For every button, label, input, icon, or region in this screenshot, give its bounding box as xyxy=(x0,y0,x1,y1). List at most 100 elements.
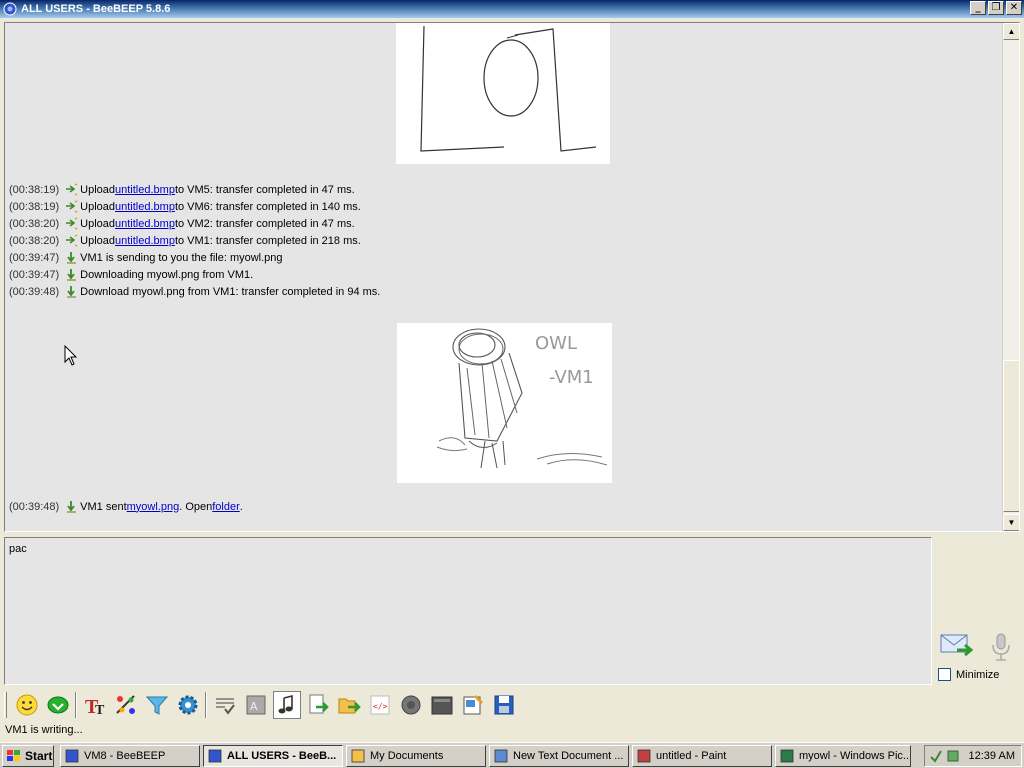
html-code-button[interactable]: </> xyxy=(366,691,394,719)
spellcheck-icon xyxy=(216,698,235,715)
send-folder-button[interactable] xyxy=(335,691,363,719)
taskbar-button[interactable]: My Documents xyxy=(346,744,486,767)
windows-taskbar: Start VM8 - BeeBEEP ALL USERS - BeeB... My… xyxy=(0,742,1024,768)
send-message-icon[interactable] xyxy=(939,632,975,660)
settings-icon xyxy=(178,695,198,715)
mouse-cursor-icon xyxy=(64,345,78,366)
clipboard-button[interactable] xyxy=(459,691,487,719)
status-bar-text: VM1 is writing... xyxy=(5,724,83,736)
save-chat-icon xyxy=(47,696,69,714)
chat-history[interactable]: (00:38:19) Upload untitled.bmp to VM5: tr… xyxy=(4,22,1020,532)
message-timestamp: (00:39:48) xyxy=(9,285,60,298)
chat-message-final: (00:39:48) VM1 sent myowl.png . Open fol… xyxy=(9,500,243,513)
sound-button[interactable] xyxy=(273,691,301,719)
message-timestamp: (00:38:20) xyxy=(9,217,60,230)
file-link-untitled-bmp[interactable]: untitled.bmp xyxy=(115,184,175,196)
minimize-checkbox-box[interactable] xyxy=(938,668,951,681)
save-chat-button[interactable] xyxy=(44,691,72,719)
send-folder-icon xyxy=(338,698,361,714)
upload-arrow-icon xyxy=(66,217,78,230)
close-window-button[interactable]: ✕ xyxy=(1006,1,1022,15)
microphone-icon[interactable] xyxy=(988,632,1014,662)
word-completer-icon: A xyxy=(246,695,266,715)
filter-icon xyxy=(145,696,169,715)
taskbar-button[interactable]: New Text Document ... xyxy=(489,744,629,767)
chat-message: (00:38:20) Upload untitled.bmp to VM2: tr… xyxy=(9,217,355,230)
taskbar-button[interactable]: untitled - Paint xyxy=(632,744,772,767)
file-link-myowl-png[interactable]: myowl.png xyxy=(127,501,180,513)
download-arrow-icon xyxy=(67,286,77,298)
message-input[interactable]: pac xyxy=(4,537,932,685)
open-folder-link[interactable]: folder xyxy=(212,501,240,513)
file-link-untitled-bmp[interactable]: untitled.bmp xyxy=(115,201,175,213)
spellcheck-button[interactable] xyxy=(211,691,239,719)
settings-button[interactable] xyxy=(174,691,202,719)
chat-toolbar: TT A </> xyxy=(0,688,1024,722)
clipboard-icon xyxy=(463,694,484,715)
svg-text:A: A xyxy=(250,700,258,713)
minimize-label: Minimize xyxy=(956,668,1000,681)
beebeep-app-icon xyxy=(3,2,17,16)
window-title: ALL USERS - BeeBEEP 5.8.6 xyxy=(21,3,171,15)
record-voice-button[interactable] xyxy=(397,691,425,719)
font-button[interactable]: TT xyxy=(81,691,109,719)
message-text: Download myowl.png from VM1: transfer co… xyxy=(80,285,381,298)
shared-image-untitled-bmp xyxy=(396,23,610,164)
clock: 12:39 AM xyxy=(968,750,1015,762)
send-file-button[interactable] xyxy=(304,691,332,719)
file-link-untitled-bmp[interactable]: untitled.bmp xyxy=(115,235,175,247)
picture-viewer-task-icon xyxy=(780,749,794,762)
minimize-checkbox[interactable]: Minimize xyxy=(938,668,999,681)
chat-message: (00:38:20) Upload untitled.bmp to VM1: tr… xyxy=(9,234,361,247)
chat-vertical-scrollbar[interactable]: ▲ ▼ xyxy=(1002,23,1019,531)
taskbar-button[interactable]: myowl - Windows Pic... xyxy=(775,744,911,767)
upload-arrow-icon xyxy=(66,200,78,213)
download-arrow-icon xyxy=(67,501,77,513)
download-arrow-icon xyxy=(67,252,77,264)
scroll-down-button[interactable]: ▼ xyxy=(1003,514,1019,531)
notepad-task-icon xyxy=(494,749,508,762)
taskbar-button[interactable]: ALL USERS - BeeB... xyxy=(203,744,343,767)
font-icon: TT xyxy=(85,696,105,717)
save-button[interactable] xyxy=(490,691,518,719)
emoticon-button[interactable] xyxy=(13,691,41,719)
message-timestamp: (00:39:47) xyxy=(9,251,60,264)
color-palette-icon xyxy=(116,695,135,714)
filter-button[interactable] xyxy=(143,691,171,719)
file-link-untitled-bmp[interactable]: untitled.bmp xyxy=(115,218,175,230)
chat-message: (00:38:19) Upload untitled.bmp to VM5: tr… xyxy=(9,183,355,196)
svg-text:T: T xyxy=(95,703,105,717)
emoticon-icon xyxy=(16,694,38,716)
paint-task-icon xyxy=(637,749,651,762)
save-icon xyxy=(494,695,514,715)
screenshot-button[interactable] xyxy=(428,691,456,719)
toolbar-grip[interactable] xyxy=(4,692,7,718)
beebeep-task-icon xyxy=(65,749,79,762)
send-file-icon xyxy=(309,694,329,714)
owl-label-text: OWL xyxy=(535,333,577,354)
network-icon[interactable] xyxy=(929,749,943,763)
beebeep-tray-icon[interactable] xyxy=(946,749,960,763)
record-voice-icon xyxy=(401,695,421,715)
message-text: Downloading myowl.png from VM1. xyxy=(80,268,254,281)
shared-image-myowl-png: OWL -VM1 xyxy=(397,323,612,483)
upload-arrow-icon xyxy=(66,183,78,196)
scroll-thumb[interactable] xyxy=(1003,360,1019,512)
title-bar: ALL USERS - BeeBEEP 5.8.6 _ ❐ ✕ xyxy=(0,0,1024,18)
message-timestamp: (00:39:47) xyxy=(9,268,60,281)
start-button[interactable]: Start xyxy=(2,744,54,767)
taskbar-button[interactable]: VM8 - BeeBEEP xyxy=(60,744,200,767)
beebeep-task-icon xyxy=(208,749,222,762)
color-button[interactable] xyxy=(112,691,140,719)
minimize-window-button[interactable]: _ xyxy=(970,1,986,15)
sound-icon xyxy=(278,694,293,714)
message-timestamp: (00:39:48) xyxy=(9,500,60,513)
message-text: VM1 is sending to you the file: myowl.pn… xyxy=(80,251,283,264)
chat-message: (00:39:48) Download myowl.png from VM1: t… xyxy=(9,284,380,299)
message-timestamp: (00:38:19) xyxy=(9,183,60,196)
scroll-up-button[interactable]: ▲ xyxy=(1003,23,1019,40)
word-completer-button[interactable]: A xyxy=(242,691,270,719)
message-timestamp: (00:38:20) xyxy=(9,234,60,247)
system-tray: 12:39 AM xyxy=(924,745,1022,767)
restore-window-button[interactable]: ❐ xyxy=(988,1,1004,15)
